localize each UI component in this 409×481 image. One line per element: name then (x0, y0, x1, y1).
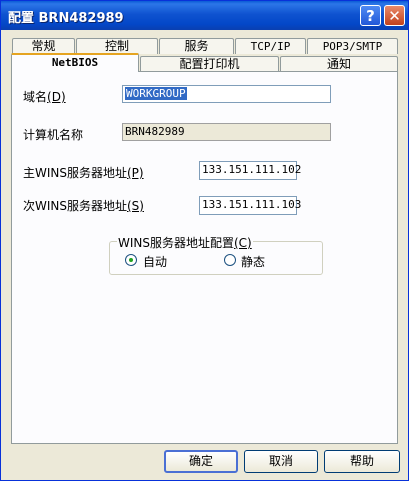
tab-general[interactable]: 常规 (12, 38, 75, 54)
secondary-wins-input[interactable]: 133.151.111.103 (199, 196, 301, 215)
question-icon: ? (366, 7, 375, 25)
cancel-button[interactable]: 取消 (244, 450, 318, 473)
radio-static[interactable] (224, 254, 236, 266)
ok-button[interactable]: 确定 (164, 450, 238, 473)
radio-static-label[interactable]: 静态 (241, 253, 265, 270)
tab-notification[interactable]: 通知 (280, 56, 398, 72)
secondary-wins-label: 次WINS服务器地址(S) (23, 199, 144, 213)
tab-tcpip[interactable]: TCP/IP (235, 38, 306, 54)
wins-config-title: WINS服务器地址配置(C) (117, 234, 253, 251)
primary-wins-label: 主WINS服务器地址(P) (23, 166, 144, 180)
close-icon: ✕ (388, 7, 401, 25)
radio-auto[interactable] (125, 254, 137, 266)
tab-control[interactable]: 控制 (76, 38, 158, 54)
computer-name-field: BRN482989 (122, 123, 331, 141)
config-dialog: 配置 BRN482989 ? ✕ 常规 控制 服务 TCP/IP POP3/SM… (0, 0, 409, 481)
domain-input[interactable]: WORKGROUP (122, 85, 331, 103)
tab-pop3-smtp[interactable]: POP3/SMTP (307, 38, 398, 54)
tab-services[interactable]: 服务 (159, 38, 234, 54)
help-button[interactable]: 帮助 (324, 450, 400, 473)
computer-name-label: 计算机名称 (23, 128, 84, 142)
window-title: 配置 BRN482989 (8, 11, 124, 26)
radio-auto-label[interactable]: 自动 (143, 253, 167, 270)
primary-wins-input[interactable]: 133.151.111.102 (199, 161, 301, 180)
radio-selected-dot (129, 258, 133, 262)
help-title-button[interactable]: ? (360, 5, 381, 26)
close-button[interactable]: ✕ (384, 5, 405, 26)
domain-label: 域名(D) (23, 90, 66, 104)
tab-printer-config[interactable]: 配置打印机 (140, 56, 279, 72)
title-bar[interactable]: 配置 BRN482989 ? ✕ (1, 1, 408, 30)
tab-netbios[interactable]: NetBIOS (11, 53, 139, 72)
